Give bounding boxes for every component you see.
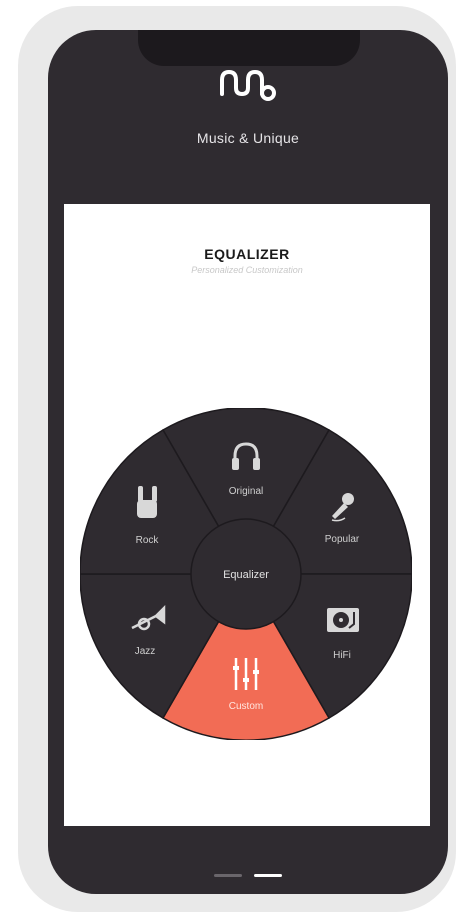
preset-label: Custom (229, 701, 263, 712)
page-indicator-dot (214, 874, 242, 877)
equalizer-screen: EQUALIZER Personalized Customization Ori… (64, 204, 430, 826)
page-subtitle: Personalized Customization (191, 265, 303, 275)
app-logo-icon (220, 69, 276, 101)
preset-label: Jazz (135, 646, 156, 657)
preset-label: HiFi (333, 650, 351, 661)
equalizer-center-button[interactable]: Equalizer (190, 518, 302, 630)
notch (138, 30, 360, 66)
center-label: Equalizer (223, 569, 269, 581)
preset-label: Popular (325, 534, 360, 545)
turntable-icon (327, 608, 359, 632)
phone-frame: Music & Unique EQUALIZER Personalized Cu… (48, 30, 448, 894)
preset-label: Rock (136, 535, 160, 546)
page-indicator-dot-active (254, 874, 282, 877)
app-title: Music & Unique (196, 130, 300, 146)
page-title: EQUALIZER (204, 246, 290, 262)
preset-label: Original (229, 486, 263, 497)
equalizer-dial: Original Popular HiFi Custom Jazz Rock E… (80, 408, 412, 740)
sliders-icon (233, 658, 259, 690)
